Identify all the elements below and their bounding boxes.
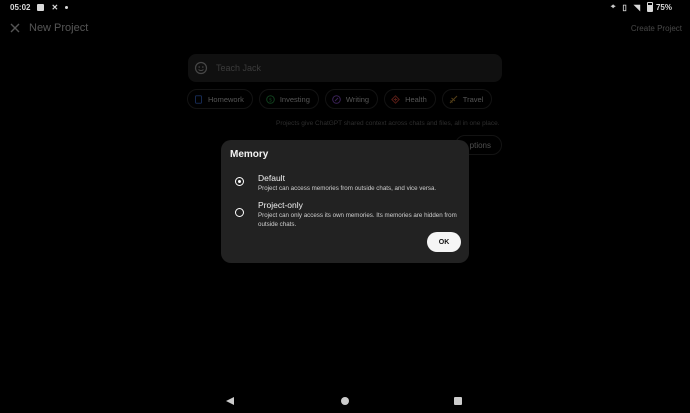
home-icon[interactable] — [341, 397, 349, 405]
memory-dialog: Memory Default Project can access memori… — [221, 140, 469, 263]
option-description: Project can access memories from outside… — [258, 185, 437, 192]
radio-unselected-icon[interactable] — [235, 208, 244, 217]
radio-selected-icon[interactable] — [235, 177, 244, 186]
back-icon[interactable] — [226, 397, 234, 405]
recent-apps-icon[interactable] — [454, 397, 462, 405]
navigation-bar — [0, 388, 690, 413]
option-description: Project can only access its own memories… — [258, 212, 457, 228]
ok-button[interactable]: OK — [427, 232, 461, 252]
option-title: Default — [258, 173, 285, 183]
dialog-title: Memory — [230, 149, 269, 160]
option-title: Project-only — [258, 200, 303, 210]
